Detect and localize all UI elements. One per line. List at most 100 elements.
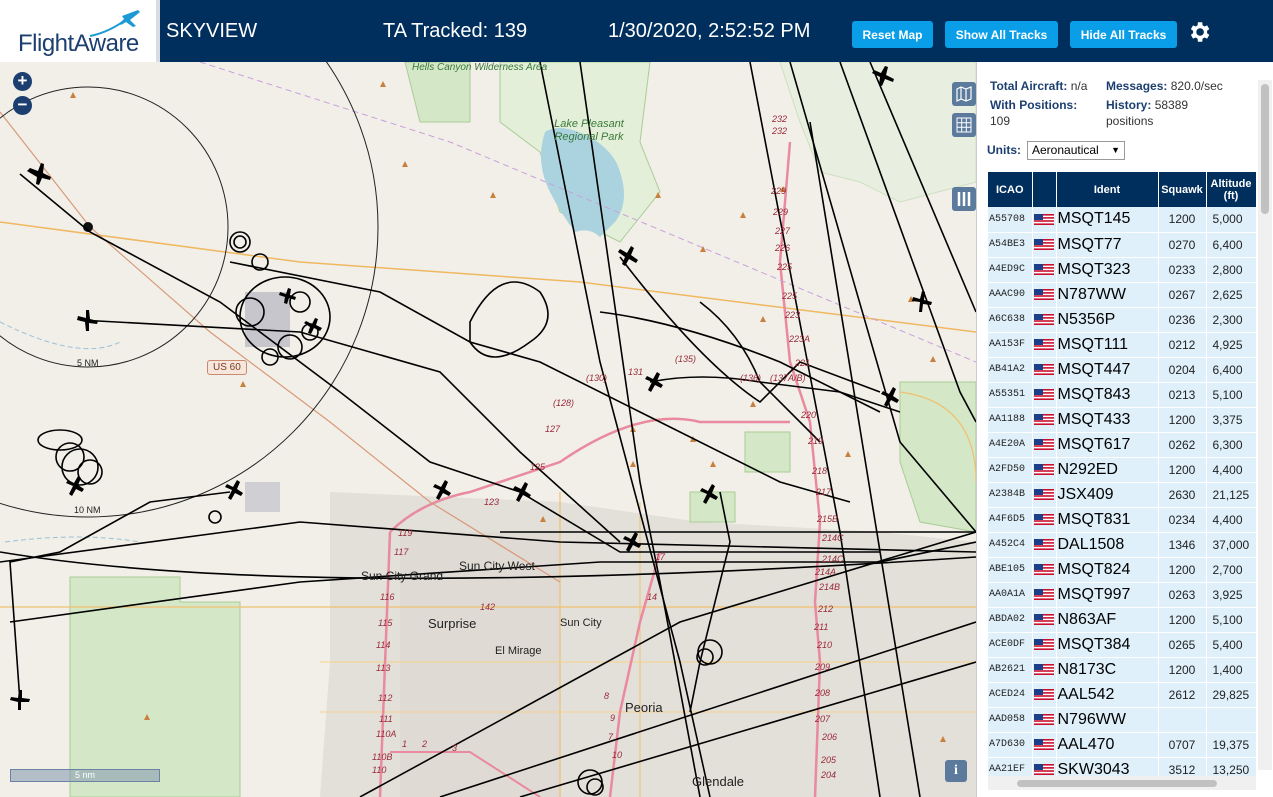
zoom-in-button[interactable]: + bbox=[13, 72, 32, 91]
place-label-sun-city: Sun City bbox=[560, 617, 602, 629]
table-row[interactable]: A2384B JSX409 2630 21,125 bbox=[988, 482, 1256, 508]
road-number-label: 232 bbox=[772, 114, 788, 124]
hide-all-tracks-button[interactable]: Hide All Tracks bbox=[1070, 21, 1177, 48]
column-header-squawk[interactable]: Squawk bbox=[1158, 172, 1207, 207]
road-number-label: 225 bbox=[782, 291, 798, 301]
altitude-cell: 37,000 bbox=[1206, 532, 1256, 558]
icao-cell: ACE0DF bbox=[988, 632, 1033, 658]
table-row[interactable]: ABE105 MSQT824 1200 2,700 bbox=[988, 557, 1256, 583]
place-label-lake-pleasant: Lake Pleasant Regional Park bbox=[554, 118, 624, 143]
squawk-cell: 0233 bbox=[1158, 257, 1207, 283]
sidebar-toggle-icon[interactable] bbox=[952, 187, 976, 211]
table-row[interactable]: AA1188 MSQT433 1200 3,375 bbox=[988, 407, 1256, 433]
road-number-label: 2 bbox=[422, 739, 428, 749]
road-number-label: 113 bbox=[376, 663, 391, 673]
road-number-label: 214C bbox=[822, 554, 844, 564]
info-icon[interactable]: i bbox=[945, 760, 967, 782]
table-row[interactable]: A6C638 N5356P 0236 2,300 bbox=[988, 307, 1256, 333]
ident-cell: MSQT433 bbox=[1056, 407, 1159, 433]
altitude-cell: 2,300 bbox=[1206, 307, 1256, 333]
table-row[interactable]: A55708 MSQT145 1200 5,000 bbox=[988, 207, 1256, 233]
icao-cell: A6C638 bbox=[988, 307, 1033, 333]
table-row[interactable]: AB2621 N8173C 1200 1,400 bbox=[988, 657, 1256, 683]
aircraft-table-container[interactable]: ICAO Ident Squawk Altitude (ft) A55708 MS… bbox=[988, 172, 1256, 776]
icao-cell: AA1188 bbox=[988, 407, 1033, 433]
map-canvas[interactable]: Hells Canyon Wilderness Area Lake Pleasa… bbox=[0, 62, 976, 797]
show-all-tracks-button[interactable]: Show All Tracks bbox=[945, 21, 1058, 48]
us-flag-icon bbox=[1033, 263, 1054, 275]
table-row[interactable]: A2FD50 N292ED 1200 4,400 bbox=[988, 457, 1256, 483]
range-label-10nm: 10 NM bbox=[74, 505, 101, 515]
flag-cell bbox=[1032, 257, 1057, 283]
table-row[interactable]: ABDA02 N863AF 1200 5,100 bbox=[988, 607, 1256, 633]
icao-cell: AB41A2 bbox=[988, 357, 1033, 383]
place-label-sun-city-grand: Sun City Grand bbox=[361, 569, 444, 583]
reset-map-button[interactable]: Reset Map bbox=[852, 21, 933, 48]
icao-cell: A2FD50 bbox=[988, 457, 1033, 483]
ident-cell: DAL1508 bbox=[1056, 532, 1159, 558]
icao-cell: A4ED9C bbox=[988, 257, 1033, 283]
icao-cell: AA0A1A bbox=[988, 582, 1033, 608]
grid-toggle-icon[interactable] bbox=[952, 113, 976, 137]
column-header-flag[interactable] bbox=[1032, 172, 1057, 207]
table-row[interactable]: A54BE3 MSQT77 0270 6,400 bbox=[988, 232, 1256, 258]
flag-cell bbox=[1032, 457, 1057, 483]
column-header-ident[interactable]: Ident bbox=[1056, 172, 1159, 207]
flag-cell bbox=[1032, 682, 1057, 708]
us-flag-icon bbox=[1033, 688, 1054, 700]
us-flag-icon bbox=[1033, 738, 1054, 750]
ident-cell: MSQT77 bbox=[1056, 232, 1159, 258]
ident-cell: JSX409 bbox=[1056, 482, 1159, 508]
road-number-label: 210 bbox=[817, 640, 833, 650]
zoom-out-button[interactable]: − bbox=[13, 96, 32, 115]
road-number-label: 206 bbox=[822, 732, 838, 742]
ident-cell: N292ED bbox=[1056, 457, 1159, 483]
units-select[interactable]: Aeronautical ▼ bbox=[1027, 141, 1125, 160]
ident-cell: AAL470 bbox=[1056, 732, 1159, 758]
column-header-altitude[interactable]: Altitude (ft) bbox=[1206, 172, 1256, 207]
flag-cell bbox=[1032, 582, 1057, 608]
total-aircraft-stat: Total Aircraft: n/a bbox=[990, 78, 1087, 94]
table-row[interactable]: A4ED9C MSQT323 0233 2,800 bbox=[988, 257, 1256, 283]
horizontal-scroll-thumb[interactable] bbox=[1017, 780, 1217, 787]
road-number-label: 223 bbox=[785, 310, 801, 320]
flightaware-logo[interactable]: FlightAware bbox=[0, 0, 160, 62]
squawk-cell: 1200 bbox=[1158, 207, 1207, 233]
place-label-peoria: Peoria bbox=[625, 700, 663, 715]
altitude-cell: 2,800 bbox=[1206, 257, 1256, 283]
altitude-cell: 29,825 bbox=[1206, 682, 1256, 708]
icao-cell: A2384B bbox=[988, 482, 1033, 508]
table-row[interactable]: A4E20A MSQT617 0262 6,300 bbox=[988, 432, 1256, 458]
table-row[interactable]: AA0A1A MSQT997 0263 3,925 bbox=[988, 582, 1256, 608]
road-number-label: 110A bbox=[376, 729, 397, 739]
table-row[interactable]: AAD058 N796WW bbox=[988, 707, 1256, 733]
table-row[interactable]: AAAC90 N787WW 0267 2,625 bbox=[988, 282, 1256, 308]
table-row[interactable]: ACED24 AAL542 2612 29,825 bbox=[988, 682, 1256, 708]
table-row[interactable]: A4F6D5 MSQT831 0234 4,400 bbox=[988, 507, 1256, 533]
table-row[interactable]: A452C4 DAL1508 1346 37,000 bbox=[988, 532, 1256, 558]
flag-cell bbox=[1032, 407, 1057, 433]
squawk-cell: 0265 bbox=[1158, 632, 1207, 658]
map-layers-icon[interactable] bbox=[952, 82, 976, 106]
road-number-label: 209 bbox=[815, 662, 831, 672]
vertical-scroll-thumb[interactable] bbox=[1261, 84, 1269, 214]
table-row[interactable]: AB41A2 MSQT447 0204 6,400 bbox=[988, 357, 1256, 383]
us-flag-icon bbox=[1033, 213, 1054, 225]
road-number-label: 204 bbox=[821, 770, 837, 780]
road-number-label: 112 bbox=[378, 693, 393, 703]
table-row[interactable]: A7D630 AAL470 0707 19,375 bbox=[988, 732, 1256, 758]
table-row[interactable]: A55351 MSQT843 0213 5,100 bbox=[988, 382, 1256, 408]
history-unit: positions bbox=[1106, 114, 1154, 128]
range-label-5nm: 5 NM bbox=[77, 358, 99, 368]
gear-icon[interactable] bbox=[1186, 19, 1212, 45]
column-header-icao[interactable]: ICAO bbox=[988, 172, 1033, 207]
route-shield-us60: US 60 bbox=[207, 360, 247, 375]
altitude-cell: 5,000 bbox=[1206, 207, 1256, 233]
altitude-cell: 6,300 bbox=[1206, 432, 1256, 458]
table-row[interactable]: ACE0DF MSQT384 0265 5,400 bbox=[988, 632, 1256, 658]
flag-cell bbox=[1032, 282, 1057, 308]
table-row[interactable]: AA21EF SKW3043 3512 13,250 bbox=[988, 757, 1256, 776]
ident-cell: MSQT843 bbox=[1056, 382, 1159, 408]
table-row[interactable]: AA153F MSQT111 0212 4,925 bbox=[988, 332, 1256, 358]
altitude-cell: 5,400 bbox=[1206, 632, 1256, 658]
